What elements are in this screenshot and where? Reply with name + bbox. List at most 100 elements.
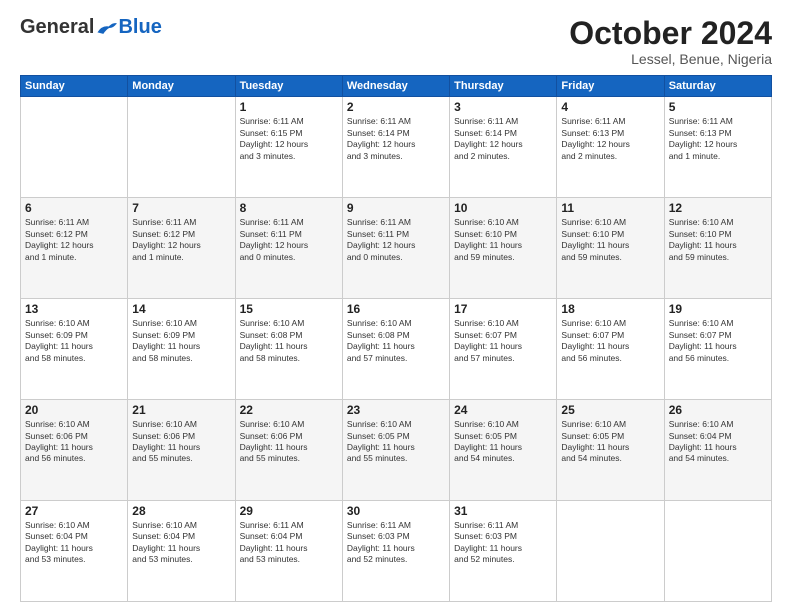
calendar-cell: 25 Sunrise: 6:10 AM Sunset: 6:05 PM Dayli… [557,400,664,501]
calendar-week-row: 13 Sunrise: 6:10 AM Sunset: 6:09 PM Dayli… [21,299,772,400]
day-number: 5 [669,100,767,114]
weekday-header-friday: Friday [557,76,664,97]
calendar-cell: 16 Sunrise: 6:10 AM Sunset: 6:08 PM Dayli… [342,299,449,400]
cell-info: Sunrise: 6:11 AM Sunset: 6:03 PM Dayligh… [454,520,552,566]
calendar-cell: 30 Sunrise: 6:11 AM Sunset: 6:03 PM Dayli… [342,501,449,602]
calendar-cell: 18Sunrise: 6:10 AM Sunset: 6:07 PM Dayli… [557,299,664,400]
day-number: 12 [669,201,767,215]
calendar-cell: 2Sunrise: 6:11 AM Sunset: 6:14 PM Daylig… [342,97,449,198]
calendar-cell: 5 Sunrise: 6:11 AM Sunset: 6:13 PM Daylig… [664,97,771,198]
calendar-cell: 15 Sunrise: 6:10 AM Sunset: 6:08 PM Dayli… [235,299,342,400]
calendar-cell: 9Sunrise: 6:11 AM Sunset: 6:11 PM Daylig… [342,198,449,299]
cell-info: Sunrise: 6:10 AM Sunset: 6:04 PM Dayligh… [132,520,230,566]
cell-info: Sunrise: 6:10 AM Sunset: 6:07 PM Dayligh… [454,318,552,364]
calendar-cell: 22Sunrise: 6:10 AM Sunset: 6:06 PM Dayli… [235,400,342,501]
cell-info: Sunrise: 6:10 AM Sunset: 6:05 PM Dayligh… [454,419,552,465]
cell-info: Sunrise: 6:11 AM Sunset: 6:13 PM Dayligh… [669,116,767,162]
cell-info: Sunrise: 6:10 AM Sunset: 6:05 PM Dayligh… [347,419,445,465]
day-number: 1 [240,100,338,114]
calendar-cell: 31 Sunrise: 6:11 AM Sunset: 6:03 PM Dayli… [450,501,557,602]
calendar-cell: 20 Sunrise: 6:10 AM Sunset: 6:06 PM Dayli… [21,400,128,501]
day-number: 13 [25,302,123,316]
calendar-cell: 1 Sunrise: 6:11 AM Sunset: 6:15 PM Daylig… [235,97,342,198]
calendar-week-row: 1 Sunrise: 6:11 AM Sunset: 6:15 PM Daylig… [21,97,772,198]
cell-info: Sunrise: 6:10 AM Sunset: 6:04 PM Dayligh… [669,419,767,465]
calendar-cell: 7 Sunrise: 6:11 AM Sunset: 6:12 PM Daylig… [128,198,235,299]
cell-info: Sunrise: 6:10 AM Sunset: 6:07 PM Dayligh… [561,318,659,364]
calendar-cell: 17Sunrise: 6:10 AM Sunset: 6:07 PM Dayli… [450,299,557,400]
day-number: 21 [132,403,230,417]
cell-info: Sunrise: 6:11 AM Sunset: 6:04 PM Dayligh… [240,520,338,566]
calendar-table: SundayMondayTuesdayWednesdayThursdayFrid… [20,75,772,602]
day-number: 6 [25,201,123,215]
cell-info: Sunrise: 6:10 AM Sunset: 6:06 PM Dayligh… [25,419,123,465]
cell-info: Sunrise: 6:11 AM Sunset: 6:13 PM Dayligh… [561,116,659,162]
logo-blue-text: Blue [118,16,161,39]
weekday-header-wednesday: Wednesday [342,76,449,97]
calendar-cell: 12 Sunrise: 6:10 AM Sunset: 6:10 PM Dayli… [664,198,771,299]
cell-info: Sunrise: 6:10 AM Sunset: 6:05 PM Dayligh… [561,419,659,465]
day-number: 4 [561,100,659,114]
day-number: 26 [669,403,767,417]
calendar-cell [128,97,235,198]
weekday-header-thursday: Thursday [450,76,557,97]
calendar-cell [21,97,128,198]
cell-info: Sunrise: 6:11 AM Sunset: 6:12 PM Dayligh… [25,217,123,263]
cell-info: Sunrise: 6:10 AM Sunset: 6:09 PM Dayligh… [132,318,230,364]
calendar-cell: 4 Sunrise: 6:11 AM Sunset: 6:13 PM Daylig… [557,97,664,198]
weekday-header-sunday: Sunday [21,76,128,97]
day-number: 8 [240,201,338,215]
logo-general-text: General [20,16,94,39]
day-number: 20 [25,403,123,417]
cell-info: Sunrise: 6:11 AM Sunset: 6:14 PM Dayligh… [347,116,445,162]
calendar-week-row: 20 Sunrise: 6:10 AM Sunset: 6:06 PM Dayli… [21,400,772,501]
day-number: 19 [669,302,767,316]
calendar-cell: 27 Sunrise: 6:10 AM Sunset: 6:04 PM Dayli… [21,501,128,602]
cell-info: Sunrise: 6:10 AM Sunset: 6:08 PM Dayligh… [240,318,338,364]
day-number: 3 [454,100,552,114]
cell-info: Sunrise: 6:11 AM Sunset: 6:11 PM Dayligh… [240,217,338,263]
cell-info: Sunrise: 6:10 AM Sunset: 6:08 PM Dayligh… [347,318,445,364]
cell-info: Sunrise: 6:10 AM Sunset: 6:10 PM Dayligh… [669,217,767,263]
logo-bird-icon [96,19,118,37]
day-number: 16 [347,302,445,316]
day-number: 27 [25,504,123,518]
day-number: 22 [240,403,338,417]
page-header: General Blue October 2024 Lessel, Benue,… [20,16,772,67]
day-number: 23 [347,403,445,417]
calendar-cell: 8 Sunrise: 6:11 AM Sunset: 6:11 PM Daylig… [235,198,342,299]
calendar-cell: 23 Sunrise: 6:10 AM Sunset: 6:05 PM Dayli… [342,400,449,501]
day-number: 29 [240,504,338,518]
calendar-cell: 28Sunrise: 6:10 AM Sunset: 6:04 PM Dayli… [128,501,235,602]
cell-info: Sunrise: 6:11 AM Sunset: 6:12 PM Dayligh… [132,217,230,263]
cell-info: Sunrise: 6:10 AM Sunset: 6:04 PM Dayligh… [25,520,123,566]
day-number: 10 [454,201,552,215]
weekday-header-row: SundayMondayTuesdayWednesdayThursdayFrid… [21,76,772,97]
weekday-header-saturday: Saturday [664,76,771,97]
logo: General Blue [20,16,162,39]
calendar-cell: 21 Sunrise: 6:10 AM Sunset: 6:06 PM Dayli… [128,400,235,501]
calendar-cell [557,501,664,602]
calendar-week-row: 27 Sunrise: 6:10 AM Sunset: 6:04 PM Dayli… [21,501,772,602]
calendar-cell: 26 Sunrise: 6:10 AM Sunset: 6:04 PM Dayli… [664,400,771,501]
cell-info: Sunrise: 6:11 AM Sunset: 6:15 PM Dayligh… [240,116,338,162]
month-title: October 2024 [569,16,772,51]
day-number: 24 [454,403,552,417]
cell-info: Sunrise: 6:11 AM Sunset: 6:11 PM Dayligh… [347,217,445,263]
day-number: 31 [454,504,552,518]
cell-info: Sunrise: 6:10 AM Sunset: 6:07 PM Dayligh… [669,318,767,364]
cell-info: Sunrise: 6:11 AM Sunset: 6:03 PM Dayligh… [347,520,445,566]
cell-info: Sunrise: 6:10 AM Sunset: 6:06 PM Dayligh… [132,419,230,465]
cell-info: Sunrise: 6:11 AM Sunset: 6:14 PM Dayligh… [454,116,552,162]
day-number: 30 [347,504,445,518]
weekday-header-monday: Monday [128,76,235,97]
calendar-cell: 19 Sunrise: 6:10 AM Sunset: 6:07 PM Dayli… [664,299,771,400]
calendar-cell: 14Sunrise: 6:10 AM Sunset: 6:09 PM Dayli… [128,299,235,400]
cell-info: Sunrise: 6:10 AM Sunset: 6:09 PM Dayligh… [25,318,123,364]
day-number: 25 [561,403,659,417]
day-number: 15 [240,302,338,316]
day-number: 7 [132,201,230,215]
weekday-header-tuesday: Tuesday [235,76,342,97]
cell-info: Sunrise: 6:10 AM Sunset: 6:10 PM Dayligh… [561,217,659,263]
calendar-cell: 10Sunrise: 6:10 AM Sunset: 6:10 PM Dayli… [450,198,557,299]
